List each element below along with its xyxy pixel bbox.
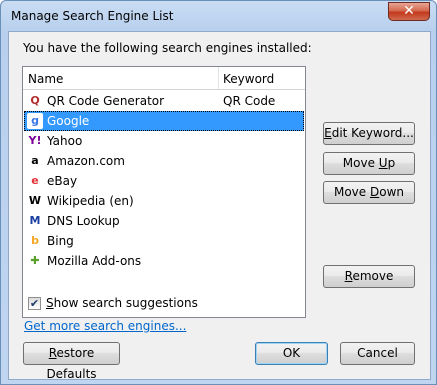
list-item[interactable]: M DNS Lookup — [24, 211, 304, 231]
search-engine-list[interactable]: Name Keyword Q QR Code Generator QR Code g G… — [22, 66, 306, 318]
show-suggestions-label[interactable]: Show search suggestions — [46, 296, 198, 310]
show-suggestions-checkbox[interactable]: ✔ — [28, 297, 41, 310]
engine-name: Bing — [47, 234, 74, 248]
list-item[interactable]: b Bing — [24, 231, 304, 251]
column-header-name[interactable]: Name — [28, 72, 63, 86]
bing-icon: b — [31, 234, 39, 247]
title-bar[interactable]: Manage Search Engine List ✕ — [1, 1, 436, 31]
window-title: Manage Search Engine List — [11, 9, 174, 23]
close-button[interactable]: ✕ — [388, 2, 430, 21]
remove-button[interactable]: Remove — [323, 265, 415, 288]
ebay-icon: e — [31, 174, 39, 187]
list-header: Name Keyword — [23, 67, 305, 90]
dialog-window: Manage Search Engine List ✕ You have the… — [0, 0, 437, 385]
ok-button[interactable]: OK — [255, 342, 328, 365]
list-item[interactable]: g Google — [24, 111, 304, 131]
list-item[interactable]: W Wikipedia (en) — [24, 191, 304, 211]
restore-defaults-button[interactable]: Restore Defaults — [23, 342, 120, 381]
engine-name: eBay — [47, 174, 78, 188]
cancel-button[interactable]: Cancel — [340, 342, 415, 365]
puzzle-piece-icon: ✚ — [30, 254, 40, 267]
list-item[interactable]: a Amazon.com — [24, 151, 304, 171]
engine-name: Google — [47, 114, 90, 128]
engine-name: Wikipedia (en) — [47, 194, 134, 208]
list-item[interactable]: Y! Yahoo — [24, 131, 304, 151]
yahoo-icon: Y! — [28, 134, 42, 147]
engine-keyword: QR Code — [223, 94, 276, 108]
engine-name: Yahoo — [47, 134, 83, 148]
qr-code-icon: Q — [30, 94, 40, 107]
list-item[interactable]: Q QR Code Generator QR Code — [24, 91, 304, 111]
list-item[interactable]: e eBay — [24, 171, 304, 191]
engine-name: DNS Lookup — [47, 214, 120, 228]
amazon-icon: a — [31, 154, 39, 167]
edit-keyword-button[interactable]: Edit Keyword... — [323, 122, 415, 145]
intro-text: You have the following search engines in… — [23, 41, 312, 55]
google-icon: g — [27, 113, 43, 129]
wikipedia-icon: W — [28, 194, 42, 207]
list-item[interactable]: ✚ Mozilla Add-ons — [24, 251, 304, 271]
move-down-button[interactable]: Move Down — [323, 181, 415, 204]
column-separator[interactable] — [218, 67, 219, 89]
column-header-keyword[interactable]: Keyword — [223, 72, 274, 86]
get-more-engines-link[interactable]: Get more search engines... — [24, 319, 186, 333]
dialog-content: You have the following search engines in… — [8, 31, 431, 381]
move-up-button[interactable]: Move Up — [323, 152, 415, 175]
engine-name: Amazon.com — [47, 154, 125, 168]
dns-lookup-icon: M — [29, 214, 41, 227]
list-rows: Q QR Code Generator QR Code g Google Y! Yahoo a… — [24, 91, 304, 271]
engine-name: QR Code Generator — [47, 94, 165, 108]
engine-name: Mozilla Add-ons — [47, 254, 142, 268]
